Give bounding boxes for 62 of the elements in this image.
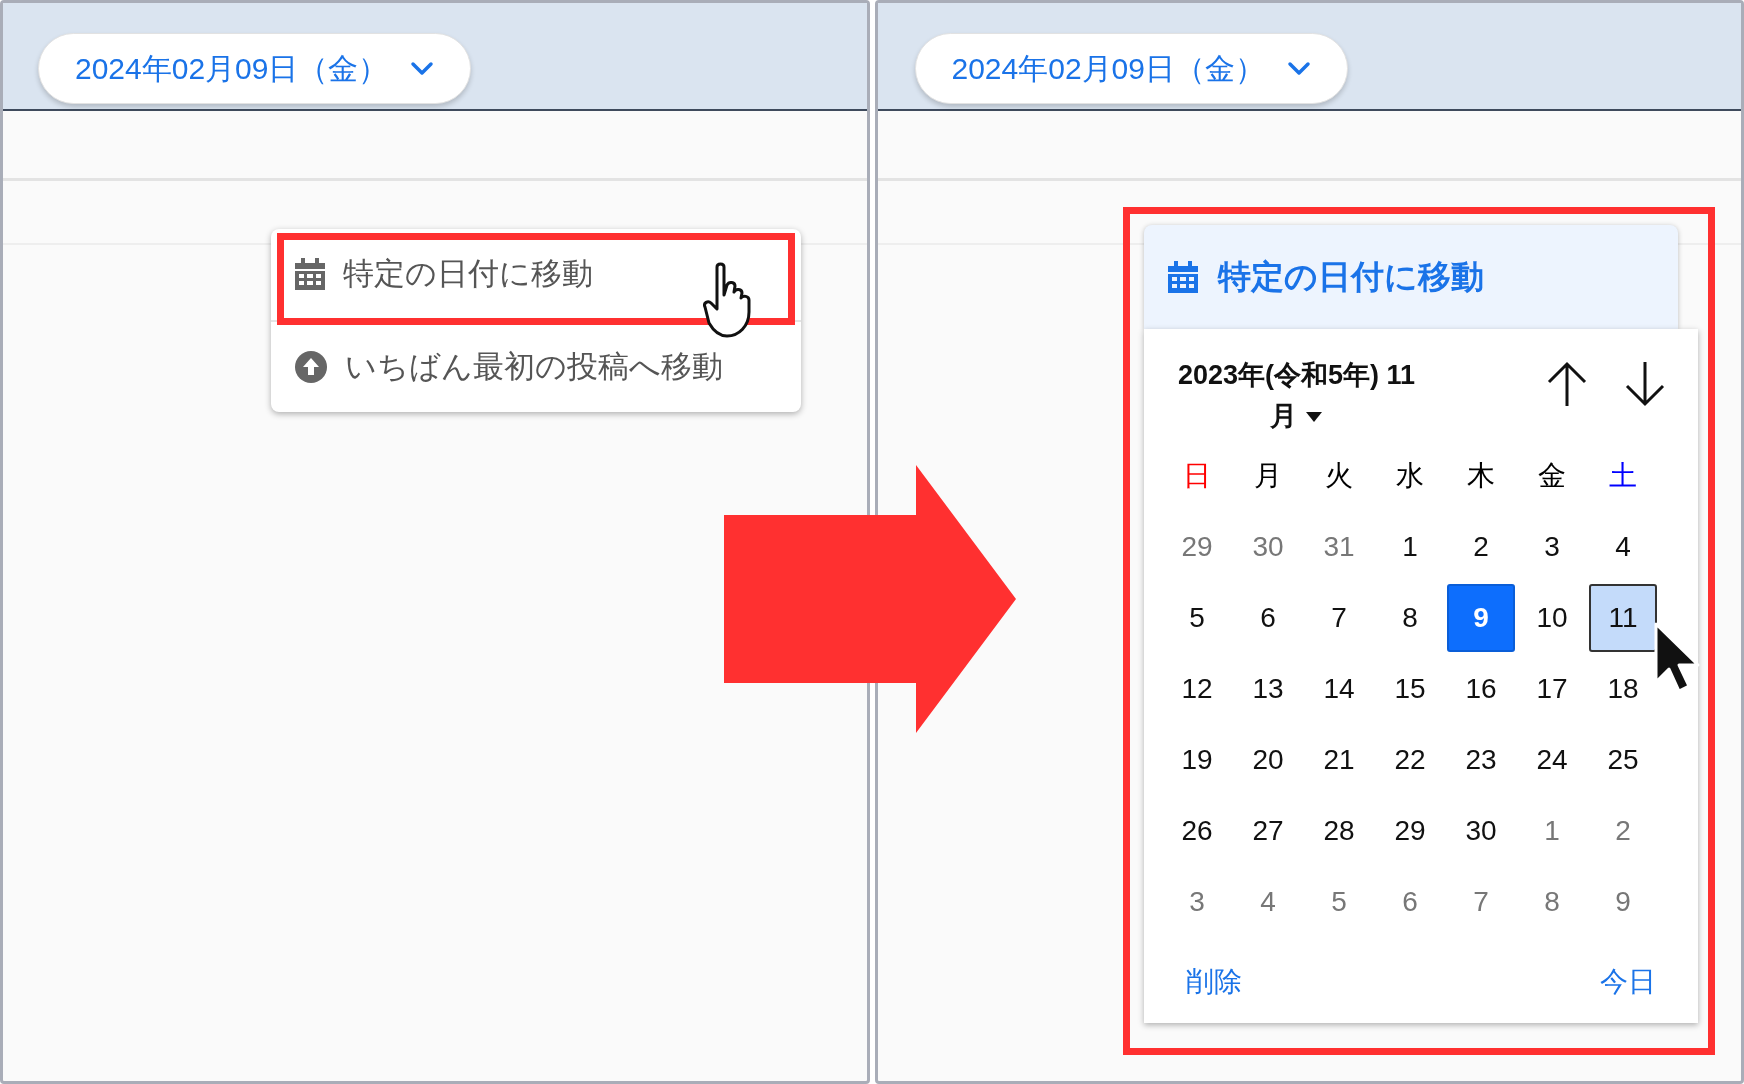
calendar-day[interactable]: 5	[1305, 867, 1373, 936]
calendar-day[interactable]: 6	[1376, 867, 1444, 936]
calendar-day[interactable]: 7	[1447, 867, 1515, 936]
calendar-day[interactable]: 1	[1518, 796, 1586, 865]
calendar-day[interactable]: 4	[1589, 512, 1657, 581]
chevron-down-icon	[410, 60, 435, 77]
calendar-day[interactable]: 31	[1305, 512, 1373, 581]
calendar-day[interactable]: 14	[1305, 654, 1373, 723]
calendar-day[interactable]: 17	[1518, 654, 1586, 723]
weekday-label: 金	[1537, 458, 1567, 493]
caret-down-icon	[1304, 411, 1323, 424]
menu-item[interactable]: 特定の日付に移動	[1143, 225, 1678, 329]
calendar-day[interactable]: 11	[1589, 583, 1657, 652]
calendar-day[interactable]: 10	[1518, 583, 1586, 652]
calendar-day[interactable]: 7	[1305, 583, 1373, 652]
calendar-day[interactable]: 18	[1589, 654, 1657, 723]
clear-link[interactable]: 削除	[1185, 961, 1242, 1003]
calendar-day[interactable]: 2	[1447, 512, 1515, 581]
month-year-dropdown[interactable]: 2023年(令和5年) 11 月	[1161, 355, 1432, 436]
calendar-day[interactable]: 9	[1589, 867, 1657, 936]
calendar-day[interactable]: 6	[1234, 583, 1302, 652]
today-link[interactable]: 今日	[1599, 961, 1656, 1003]
calendar-day[interactable]: 26	[1163, 796, 1231, 865]
calendar-day[interactable]: 23	[1447, 725, 1515, 794]
calendar-icon	[1167, 261, 1198, 293]
calendar-day[interactable]: 13	[1234, 654, 1302, 723]
calendar-day[interactable]: 27	[1234, 796, 1302, 865]
weekday-label: 木	[1466, 458, 1496, 493]
calendar-day[interactable]: 25	[1589, 725, 1657, 794]
calendar-day[interactable]: 3	[1518, 512, 1586, 581]
calendar-day[interactable]: 15	[1376, 654, 1444, 723]
calendar-day[interactable]: 29	[1163, 512, 1231, 581]
weekday-label: 日	[1182, 458, 1212, 493]
calendar-day[interactable]: 30	[1447, 796, 1515, 865]
calendar-day[interactable]: 22	[1376, 725, 1444, 794]
date-dropdown-button[interactable]: 2024年02月09日（金）	[38, 33, 472, 104]
calendar-day[interactable]: 16	[1447, 654, 1515, 723]
up-arrow-circle-icon	[295, 350, 327, 383]
calendar-icon	[295, 258, 325, 291]
big-arrow-icon	[724, 465, 1016, 733]
calendar-day[interactable]: 3	[1163, 867, 1231, 936]
calendar-day[interactable]: 8	[1376, 583, 1444, 652]
calendar-day[interactable]: 28	[1305, 796, 1373, 865]
weekday-label: 水	[1395, 458, 1425, 493]
calendar-day[interactable]: 5	[1163, 583, 1231, 652]
weekday-label: 土	[1608, 458, 1638, 493]
calendar-day[interactable]: 4	[1234, 867, 1302, 936]
calendar-day[interactable]: 20	[1234, 725, 1302, 794]
calendar-day[interactable]: 24	[1518, 725, 1586, 794]
weekday-label: 火	[1324, 458, 1354, 493]
calendar-day[interactable]: 9	[1447, 583, 1515, 652]
calendar-day[interactable]: 2	[1589, 796, 1657, 865]
calendar-day[interactable]: 12	[1163, 654, 1231, 723]
calendar-day[interactable]: 21	[1305, 725, 1373, 794]
date-dropdown-button[interactable]: 2024年02月09日（金）	[914, 33, 1348, 104]
calendar-day[interactable]: 19	[1163, 725, 1231, 794]
calendar-day[interactable]: 29	[1376, 796, 1444, 865]
calendar-day[interactable]: 1	[1376, 512, 1444, 581]
chevron-down-icon	[1287, 60, 1311, 77]
calendar-day[interactable]: 30	[1234, 512, 1302, 581]
weekday-label: 月	[1253, 458, 1283, 493]
calendar-day[interactable]: 8	[1518, 867, 1586, 936]
